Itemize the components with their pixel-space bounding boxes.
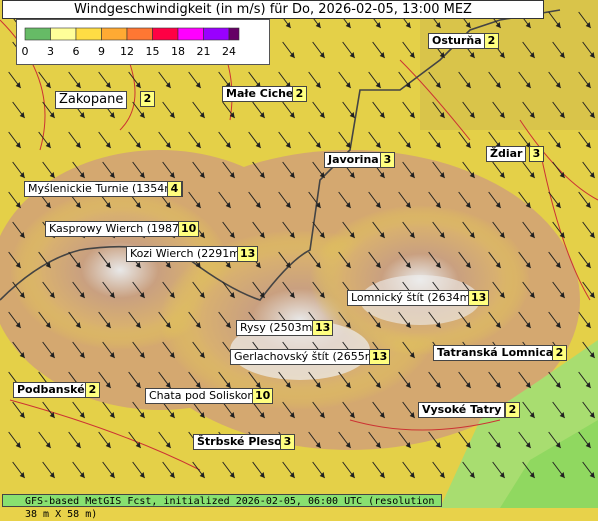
place-value: 2 bbox=[505, 402, 520, 418]
place-value: 10 bbox=[252, 388, 274, 404]
legend-tick-label: 6 bbox=[73, 45, 80, 58]
place-value: 2 bbox=[552, 345, 567, 361]
place-value: 2 bbox=[484, 33, 499, 49]
forecast-info-footer: GFS-based MetGIS Fcst, initialized 2026-… bbox=[2, 494, 442, 520]
place-label-gerlachovsky: Gerlachovský štít (2655m) bbox=[230, 349, 384, 365]
place-value: 13 bbox=[468, 290, 490, 306]
place-value: 13 bbox=[237, 246, 259, 262]
place-label-osturna: Osturňa bbox=[428, 33, 486, 49]
legend-swatch bbox=[126, 27, 153, 41]
color-legend: 0 3 6 9 12 15 18 21 24 bbox=[16, 19, 270, 65]
legend-tick-label: 15 bbox=[146, 45, 160, 58]
place-label-myslenickie: Myślenickie Turnie (1354m) bbox=[24, 181, 184, 197]
place-label-javorina: Javorina bbox=[324, 152, 383, 168]
legend-tick-label: 0 bbox=[22, 45, 29, 58]
place-label-zdiar: Ždiar bbox=[486, 146, 527, 162]
legend-tick-label: 24 bbox=[222, 45, 236, 58]
place-value: 2 bbox=[85, 382, 100, 398]
legend-swatch bbox=[228, 27, 240, 41]
place-value: 13 bbox=[369, 349, 391, 365]
place-label-vysoke-tatry: Vysoké Tatry bbox=[418, 402, 506, 418]
map-title: Windgeschwindigkeit (in m/s) für Do, 202… bbox=[2, 0, 544, 19]
place-value: 13 bbox=[312, 320, 334, 336]
terrain-map bbox=[0, 0, 598, 508]
place-value: 3 bbox=[529, 146, 544, 162]
legend-tick-label: 3 bbox=[47, 45, 54, 58]
place-label-lomnicky: Lomnický štít (2634m) bbox=[347, 290, 479, 306]
legend-swatch bbox=[177, 27, 204, 41]
place-value: 2 bbox=[140, 91, 155, 107]
legend-swatch bbox=[203, 27, 230, 41]
place-label-rysy: Rysy (2503m) bbox=[236, 320, 321, 336]
legend-scale: 0 3 6 9 12 15 18 21 24 bbox=[22, 27, 240, 58]
legend-swatch bbox=[152, 27, 179, 41]
legend-swatch bbox=[24, 27, 51, 41]
place-value: 10 bbox=[178, 221, 200, 237]
place-value: 3 bbox=[380, 152, 395, 168]
place-label-male-ciche: Małe Ciche bbox=[222, 86, 298, 102]
place-value: 4 bbox=[167, 181, 182, 197]
place-label-zakopane: Zakopane bbox=[55, 91, 128, 109]
legend-swatch bbox=[50, 27, 77, 41]
legend-tick-label: 12 bbox=[120, 45, 134, 58]
legend-swatch bbox=[75, 27, 102, 41]
place-value: 2 bbox=[292, 86, 307, 102]
place-value: 3 bbox=[280, 434, 295, 450]
place-label-kasprowy: Kasprowy Wierch (1987m) bbox=[45, 221, 199, 237]
place-label-strbske-pleso: Štrbské Pleso bbox=[193, 434, 286, 450]
place-label-kozi-wierch: Kozi Wierch (2291m) bbox=[126, 246, 249, 262]
legend-swatch bbox=[101, 27, 128, 41]
place-label-podbanske: Podbanské bbox=[13, 382, 89, 398]
legend-tick-label: 21 bbox=[197, 45, 211, 58]
place-label-chata-pod-soliskom: Chata pod Soliskom bbox=[145, 388, 263, 404]
legend-tick-label: 9 bbox=[98, 45, 105, 58]
place-label-tatranska-lomnica: Tatranská Lomnica bbox=[433, 345, 558, 361]
legend-tick-label: 18 bbox=[171, 45, 185, 58]
